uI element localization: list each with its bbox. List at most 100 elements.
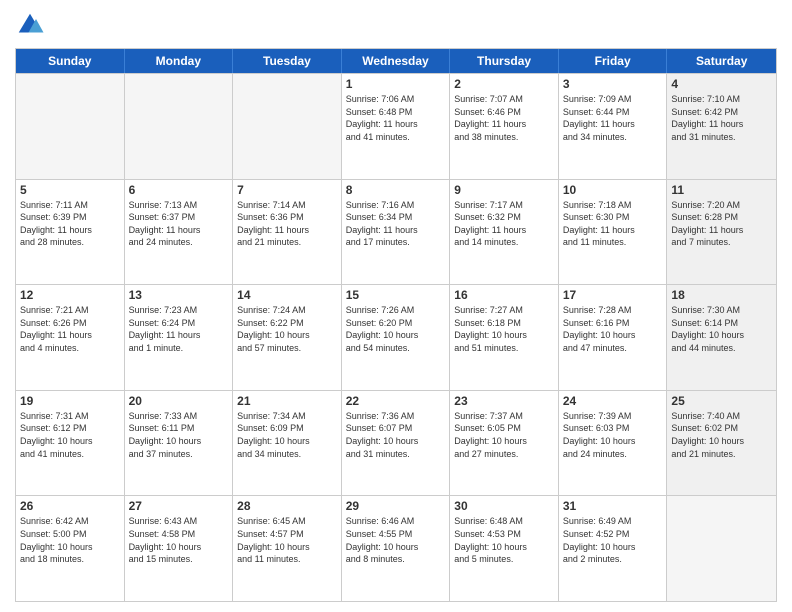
cal-cell: 14Sunrise: 7:24 AM Sunset: 6:22 PM Dayli…	[233, 285, 342, 390]
cell-info: Sunrise: 7:33 AM Sunset: 6:11 PM Dayligh…	[129, 410, 229, 460]
day-number: 15	[346, 288, 446, 302]
cell-info: Sunrise: 7:24 AM Sunset: 6:22 PM Dayligh…	[237, 304, 337, 354]
cal-cell: 8 Sunrise: 7:16 AM Sunset: 6:34 PM Daylig…	[342, 180, 451, 285]
day-number: 23	[454, 394, 554, 408]
cal-cell	[125, 74, 234, 179]
cell-info: Sunrise: 7:11 AM Sunset: 6:39 PM Dayligh…	[20, 199, 120, 249]
cell-info: Sunrise: 7:06 AM Sunset: 6:48 PM Dayligh…	[346, 93, 446, 143]
cal-cell: 27 Sunrise: 6:43 AM Sunset: 4:58 PM Dayli…	[125, 496, 234, 601]
cal-cell: 7Sunrise: 7:14 AM Sunset: 6:36 PM Daylig…	[233, 180, 342, 285]
cal-cell: 1 Sunrise: 7:06 AM Sunset: 6:48 PM Daylig…	[342, 74, 451, 179]
day-number: 10	[563, 183, 663, 197]
day-number: 20	[129, 394, 229, 408]
day-number: 26	[20, 499, 120, 513]
cal-cell: 24 Sunrise: 7:39 AM Sunset: 6:03 PM Dayli…	[559, 391, 668, 496]
cell-info: Sunrise: 7:37 AM Sunset: 6:05 PM Dayligh…	[454, 410, 554, 460]
cell-info: Sunrise: 7:10 AM Sunset: 6:42 PM Dayligh…	[671, 93, 772, 143]
cal-cell: 13 Sunrise: 7:23 AM Sunset: 6:24 PM Dayli…	[125, 285, 234, 390]
week-row-2: 5 Sunrise: 7:11 AM Sunset: 6:39 PM Daylig…	[16, 179, 776, 285]
cell-info: Sunrise: 6:43 AM Sunset: 4:58 PM Dayligh…	[129, 515, 229, 565]
cal-cell: 5 Sunrise: 7:11 AM Sunset: 6:39 PM Daylig…	[16, 180, 125, 285]
week-row-4: 19 Sunrise: 7:31 AM Sunset: 6:12 PM Dayli…	[16, 390, 776, 496]
calendar: SundayMondayTuesdayWednesdayThursdayFrid…	[15, 48, 777, 602]
day-number: 11	[671, 183, 772, 197]
day-number: 1	[346, 77, 446, 91]
cal-cell: 29Sunrise: 6:46 AM Sunset: 4:55 PM Dayli…	[342, 496, 451, 601]
cell-info: Sunrise: 7:14 AM Sunset: 6:36 PM Dayligh…	[237, 199, 337, 249]
day-header-saturday: Saturday	[667, 49, 776, 73]
day-number: 27	[129, 499, 229, 513]
day-header-friday: Friday	[559, 49, 668, 73]
cell-info: Sunrise: 6:45 AM Sunset: 4:57 PM Dayligh…	[237, 515, 337, 565]
week-row-3: 12Sunrise: 7:21 AM Sunset: 6:26 PM Dayli…	[16, 284, 776, 390]
cell-info: Sunrise: 6:46 AM Sunset: 4:55 PM Dayligh…	[346, 515, 446, 565]
cell-info: Sunrise: 7:40 AM Sunset: 6:02 PM Dayligh…	[671, 410, 772, 460]
cal-cell	[233, 74, 342, 179]
cal-cell: 17 Sunrise: 7:28 AM Sunset: 6:16 PM Dayli…	[559, 285, 668, 390]
cal-cell: 22 Sunrise: 7:36 AM Sunset: 6:07 PM Dayli…	[342, 391, 451, 496]
cal-cell: 18 Sunrise: 7:30 AM Sunset: 6:14 PM Dayli…	[667, 285, 776, 390]
cal-cell: 10 Sunrise: 7:18 AM Sunset: 6:30 PM Dayli…	[559, 180, 668, 285]
cell-info: Sunrise: 7:20 AM Sunset: 6:28 PM Dayligh…	[671, 199, 772, 249]
cell-info: Sunrise: 6:48 AM Sunset: 4:53 PM Dayligh…	[454, 515, 554, 565]
header	[15, 10, 777, 40]
cal-cell: 16 Sunrise: 7:27 AM Sunset: 6:18 PM Dayli…	[450, 285, 559, 390]
day-number: 25	[671, 394, 772, 408]
day-number: 22	[346, 394, 446, 408]
cell-info: Sunrise: 7:09 AM Sunset: 6:44 PM Dayligh…	[563, 93, 663, 143]
cell-info: Sunrise: 7:30 AM Sunset: 6:14 PM Dayligh…	[671, 304, 772, 354]
cal-cell: 15 Sunrise: 7:26 AM Sunset: 6:20 PM Dayli…	[342, 285, 451, 390]
cell-info: Sunrise: 7:16 AM Sunset: 6:34 PM Dayligh…	[346, 199, 446, 249]
calendar-body: 1 Sunrise: 7:06 AM Sunset: 6:48 PM Daylig…	[16, 73, 776, 601]
cal-cell	[667, 496, 776, 601]
cal-cell	[16, 74, 125, 179]
cal-cell: 21 Sunrise: 7:34 AM Sunset: 6:09 PM Dayli…	[233, 391, 342, 496]
day-number: 6	[129, 183, 229, 197]
cal-cell: 20 Sunrise: 7:33 AM Sunset: 6:11 PM Dayli…	[125, 391, 234, 496]
cal-cell: 19 Sunrise: 7:31 AM Sunset: 6:12 PM Dayli…	[16, 391, 125, 496]
day-number: 9	[454, 183, 554, 197]
cell-info: Sunrise: 7:26 AM Sunset: 6:20 PM Dayligh…	[346, 304, 446, 354]
day-number: 16	[454, 288, 554, 302]
day-header-thursday: Thursday	[450, 49, 559, 73]
cell-info: Sunrise: 7:36 AM Sunset: 6:07 PM Dayligh…	[346, 410, 446, 460]
cell-info: Sunrise: 7:23 AM Sunset: 6:24 PM Dayligh…	[129, 304, 229, 354]
cell-info: Sunrise: 7:28 AM Sunset: 6:16 PM Dayligh…	[563, 304, 663, 354]
day-number: 8	[346, 183, 446, 197]
page: SundayMondayTuesdayWednesdayThursdayFrid…	[0, 0, 792, 612]
week-row-1: 1 Sunrise: 7:06 AM Sunset: 6:48 PM Daylig…	[16, 73, 776, 179]
day-number: 24	[563, 394, 663, 408]
cell-info: Sunrise: 7:39 AM Sunset: 6:03 PM Dayligh…	[563, 410, 663, 460]
day-header-wednesday: Wednesday	[342, 49, 451, 73]
cell-info: Sunrise: 7:27 AM Sunset: 6:18 PM Dayligh…	[454, 304, 554, 354]
day-header-monday: Monday	[125, 49, 234, 73]
cal-cell: 12Sunrise: 7:21 AM Sunset: 6:26 PM Dayli…	[16, 285, 125, 390]
day-number: 19	[20, 394, 120, 408]
day-number: 31	[563, 499, 663, 513]
day-header-tuesday: Tuesday	[233, 49, 342, 73]
cal-cell: 2Sunrise: 7:07 AM Sunset: 6:46 PM Daylig…	[450, 74, 559, 179]
cell-info: Sunrise: 6:49 AM Sunset: 4:52 PM Dayligh…	[563, 515, 663, 565]
cell-info: Sunrise: 7:34 AM Sunset: 6:09 PM Dayligh…	[237, 410, 337, 460]
day-number: 30	[454, 499, 554, 513]
cal-cell: 9 Sunrise: 7:17 AM Sunset: 6:32 PM Daylig…	[450, 180, 559, 285]
cal-cell: 6Sunrise: 7:13 AM Sunset: 6:37 PM Daylig…	[125, 180, 234, 285]
calendar-header: SundayMondayTuesdayWednesdayThursdayFrid…	[16, 49, 776, 73]
cal-cell: 31 Sunrise: 6:49 AM Sunset: 4:52 PM Dayli…	[559, 496, 668, 601]
day-number: 12	[20, 288, 120, 302]
cal-cell: 26Sunrise: 6:42 AM Sunset: 5:00 PM Dayli…	[16, 496, 125, 601]
cal-cell: 28Sunrise: 6:45 AM Sunset: 4:57 PM Dayli…	[233, 496, 342, 601]
cal-cell: 23 Sunrise: 7:37 AM Sunset: 6:05 PM Dayli…	[450, 391, 559, 496]
day-number: 18	[671, 288, 772, 302]
cell-info: Sunrise: 7:31 AM Sunset: 6:12 PM Dayligh…	[20, 410, 120, 460]
day-number: 3	[563, 77, 663, 91]
day-number: 17	[563, 288, 663, 302]
cell-info: Sunrise: 7:17 AM Sunset: 6:32 PM Dayligh…	[454, 199, 554, 249]
day-number: 5	[20, 183, 120, 197]
logo-icon	[15, 10, 45, 40]
day-number: 21	[237, 394, 337, 408]
day-number: 13	[129, 288, 229, 302]
day-header-sunday: Sunday	[16, 49, 125, 73]
cell-info: Sunrise: 7:18 AM Sunset: 6:30 PM Dayligh…	[563, 199, 663, 249]
cal-cell: 25 Sunrise: 7:40 AM Sunset: 6:02 PM Dayli…	[667, 391, 776, 496]
